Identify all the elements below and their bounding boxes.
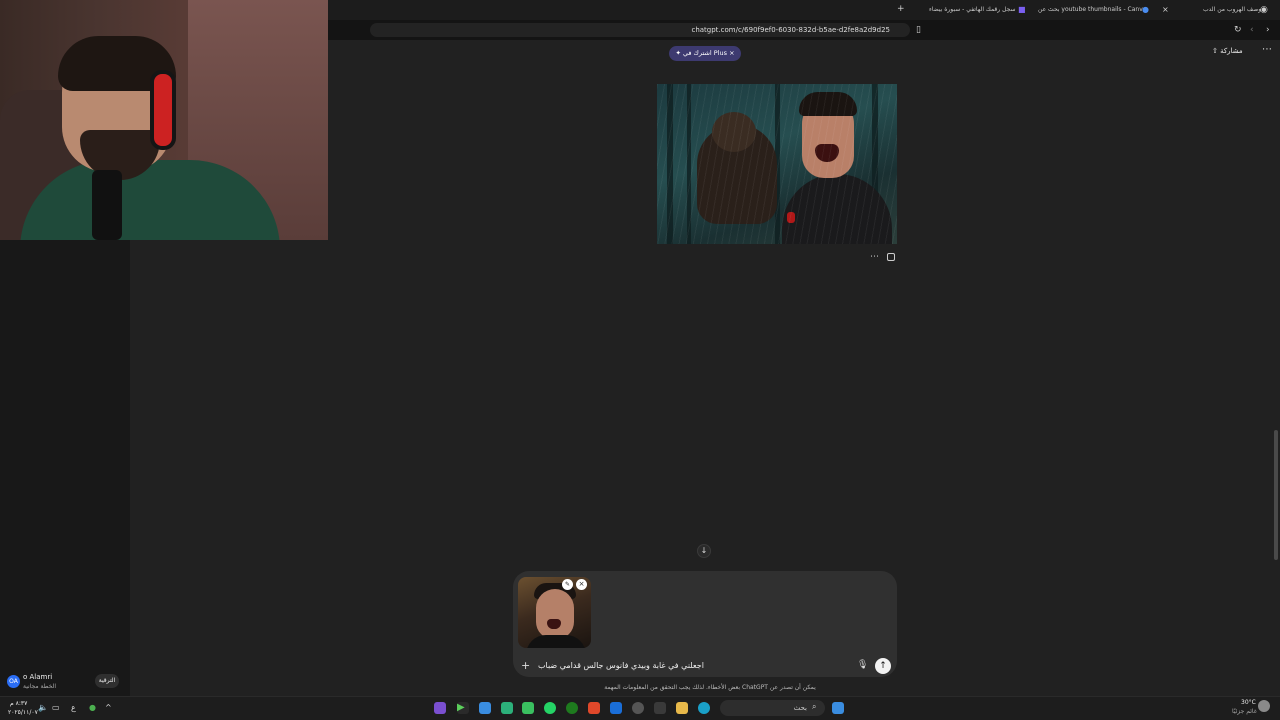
store-icon[interactable] — [654, 702, 666, 714]
chrome-menu-icon[interactable]: ◉ — [1260, 4, 1268, 16]
language-indicator[interactable]: ع — [71, 703, 76, 712]
settings-icon[interactable] — [632, 702, 644, 714]
disclaimer: بعض الأخطاء. لذلك يجب التحقق من المعلوما… — [604, 684, 816, 691]
taskbar-search[interactable]: بحث — [720, 700, 825, 716]
upgrade-button[interactable]: الترقية — [95, 674, 119, 688]
url-bar[interactable]: chatgpt.com/c/690f9ef0-6030-832d-b5ae-d2… — [370, 23, 910, 37]
remove-attachment-icon[interactable]: × — [576, 579, 587, 590]
forward-icon[interactable]: › — [1266, 24, 1270, 36]
browser-tabbar: ◉ وصف الهروب من الدب × بحث عن youtube th… — [328, 0, 1280, 20]
whatsapp-icon[interactable] — [544, 702, 556, 714]
weather-temperature[interactable]: 30°C — [1241, 699, 1256, 706]
new-tab-button[interactable]: + — [897, 3, 905, 15]
user-plan: الخطة مجانية — [23, 683, 57, 690]
plus-banner-label: اشترك في Plus — [682, 49, 728, 57]
headphones — [150, 70, 176, 150]
reload-icon[interactable]: ↻ — [1234, 24, 1242, 36]
avatar[interactable]: OA — [7, 675, 20, 688]
app-icon-blue[interactable] — [610, 702, 622, 714]
webcam-overlay — [0, 0, 328, 240]
play-icon[interactable]: ▶ — [457, 702, 469, 714]
volume-icon[interactable]: 🔈 — [38, 703, 48, 712]
more-options-icon[interactable]: ⋯ — [1262, 44, 1272, 55]
clock-time[interactable]: ٨:٣٧ م — [10, 700, 27, 707]
scroll-down-button[interactable]: ↓ — [697, 544, 711, 558]
tab-close-icon[interactable]: × — [1162, 4, 1169, 16]
folder-icon[interactable] — [676, 702, 688, 714]
bookmark-icon[interactable]: ▯ — [916, 24, 921, 36]
edit-attachment-icon[interactable]: ✎ — [562, 579, 573, 590]
app-icon-teal[interactable] — [501, 702, 513, 714]
microphone — [92, 170, 122, 240]
brave-icon[interactable] — [588, 702, 600, 714]
whiteboard-icon: ■ — [1018, 5, 1026, 14]
tab-active[interactable]: وصف الهروب من الدب — [1203, 3, 1261, 17]
user-name[interactable]: o Alamri — [23, 673, 52, 681]
files-icon[interactable] — [479, 702, 491, 714]
plus-banner-close[interactable]: × — [729, 49, 734, 57]
xbox-icon[interactable] — [566, 702, 578, 714]
tray-chevron-icon[interactable]: ^ — [105, 703, 112, 712]
add-attachment-button[interactable]: + — [521, 659, 530, 672]
sparkle-icon: ✦ — [675, 49, 683, 57]
search-icon[interactable]: ⌕ — [812, 702, 816, 712]
canva-icon: ● — [1142, 5, 1149, 14]
app-icon-green[interactable] — [522, 702, 534, 714]
mic-tray-icon[interactable]: ● — [89, 703, 96, 712]
windows-start-icon[interactable] — [832, 702, 844, 714]
sidebar — [0, 240, 130, 696]
weather-icon[interactable] — [1258, 700, 1270, 712]
scrollbar[interactable] — [1274, 430, 1278, 560]
clock-date[interactable]: ٢٠٢٥/١١/٠٧ — [8, 709, 38, 716]
share-button[interactable]: ⇧ مشاركة — [1212, 47, 1243, 55]
microphone-icon[interactable]: 🎙 — [857, 660, 868, 670]
image-more-icon[interactable]: ⋯ — [870, 252, 879, 262]
copy-icon[interactable] — [887, 253, 895, 261]
weather-description[interactable]: غائم جزئيًا — [1232, 708, 1257, 715]
plus-upgrade-banner[interactable]: ✦ اشترك في Plus × — [669, 46, 741, 61]
tab-whiteboard[interactable]: سجل رقمك الهاتفي - سبورة بيضاء — [929, 3, 1016, 17]
share-label: مشاركة — [1220, 47, 1243, 55]
generated-image[interactable] — [657, 84, 897, 244]
send-button[interactable]: ↑ — [875, 658, 891, 674]
network-icon[interactable]: ▭ — [52, 703, 60, 712]
prompt-input[interactable]: اجعلني في غابة وبيدي فانوس جالس قدامي ضب… — [538, 661, 838, 670]
back-icon[interactable]: ‹ — [1250, 24, 1254, 36]
app-icon-1[interactable] — [434, 702, 446, 714]
tab-canva[interactable]: بحث عن youtube thumbnails - Canva — [1038, 3, 1146, 17]
share-icon: ⇧ — [1212, 47, 1221, 55]
edge-icon[interactable] — [698, 702, 710, 714]
